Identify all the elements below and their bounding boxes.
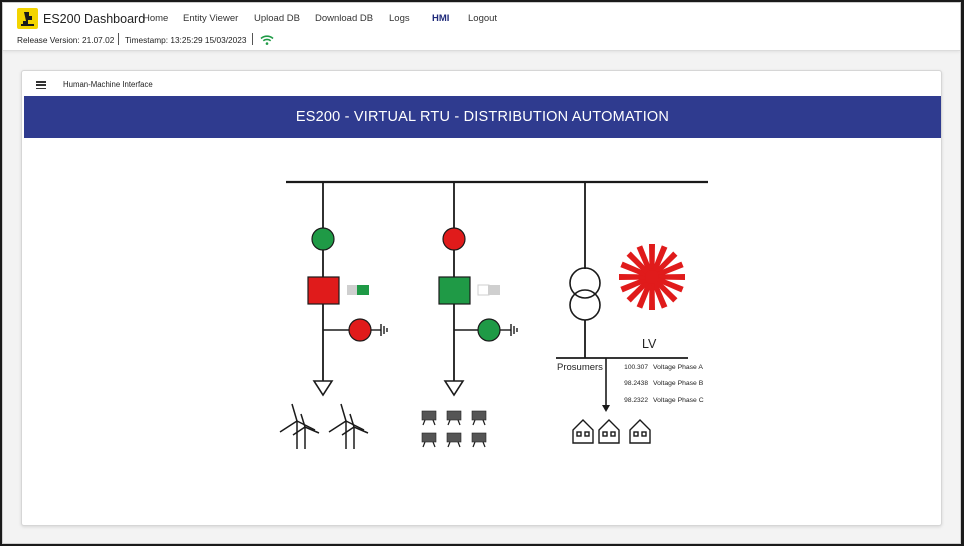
feeder-2-breaker [438, 276, 471, 305]
voltage-phase-b-value: 98.2438 [624, 380, 648, 387]
logo-icon[interactable] [17, 8, 38, 29]
house-icon [629, 419, 651, 444]
timestamp: Timestamp: 13:25:29 15/03/2023 [125, 35, 247, 45]
voltage-phase-a-value: 100.307 [624, 364, 648, 371]
voltage-phase-c-label: Voltage Phase C [653, 397, 704, 404]
nav-download-db[interactable]: Download DB [315, 13, 373, 24]
voltage-phase-b-label: Voltage Phase B [653, 380, 704, 387]
voltage-phase-a-label: Voltage Phase A [653, 364, 703, 371]
nav-upload-db[interactable]: Upload DB [254, 13, 300, 24]
release-version: Release Version: 21.07.02 [17, 35, 115, 45]
house-icon [572, 419, 594, 444]
feeder-1-breaker [307, 276, 340, 305]
feeder-1-toggle [347, 285, 369, 295]
lv-label: LV [642, 337, 657, 351]
feeder-1-load-arrow [312, 380, 334, 397]
divider [252, 33, 253, 45]
nav-home[interactable]: Home [143, 13, 168, 24]
single-line-diagram [279, 180, 708, 449]
app-title[interactable]: ES200 Dashboard [43, 12, 145, 26]
feeder-1-earth-switch [348, 318, 372, 342]
feeder-2-earth-switch [477, 318, 501, 342]
prosumers-label: Prosumers [557, 362, 603, 373]
wifi-icon [260, 33, 274, 51]
nav-hmi[interactable]: HMI [432, 13, 449, 24]
nav-entity-viewer[interactable]: Entity Viewer [183, 13, 238, 24]
wind-turbine-icon [279, 403, 320, 449]
feeder-2-status-indicator [442, 227, 466, 251]
hmi-card: Human-Machine Interface ES200 - VIRTUAL … [21, 70, 942, 526]
top-navbar: ES200 Dashboard Home Entity Viewer Uploa… [3, 3, 960, 51]
prosumer-arrow [602, 405, 610, 412]
red-starburst-icon [619, 244, 685, 310]
feeder-1 [279, 182, 388, 449]
house-icon [598, 419, 620, 444]
app-window: ES200 Dashboard Home Entity Viewer Uploa… [2, 2, 961, 544]
divider [118, 33, 119, 45]
nav-logs[interactable]: Logs [389, 13, 410, 24]
voltage-phase-c-value: 98.2322 [624, 397, 648, 404]
feeder-2-toggle [477, 284, 500, 296]
wind-turbine-icon [328, 403, 369, 449]
transformer-winding-lv [569, 289, 601, 321]
solar-panel-icon [421, 410, 487, 443]
feeder-2 [421, 182, 518, 448]
feeder-2-load-arrow [443, 380, 465, 397]
feeder-1-status-indicator [311, 227, 335, 251]
nav-logout[interactable]: Logout [468, 13, 497, 24]
